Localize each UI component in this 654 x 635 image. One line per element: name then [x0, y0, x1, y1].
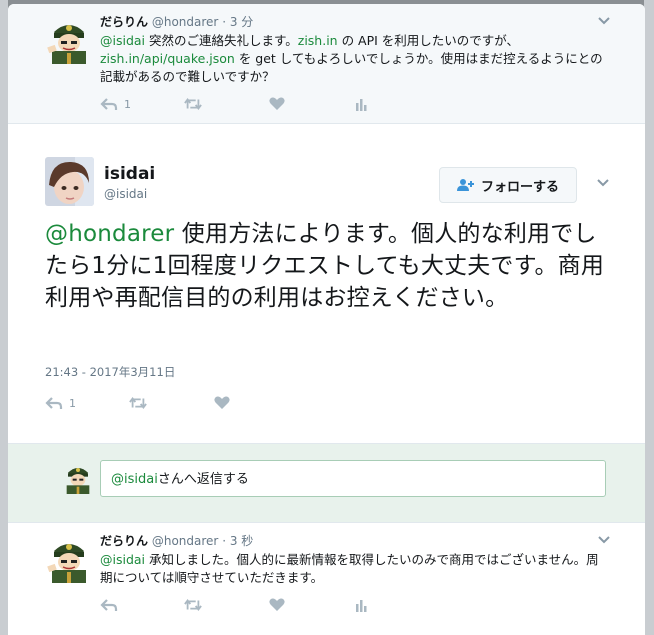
like-icon: [214, 396, 230, 409]
reply-icon: [100, 599, 118, 611]
retweet-icon: [184, 98, 202, 110]
tweet-link[interactable]: @isidai: [100, 33, 145, 48]
like-button[interactable]: [213, 396, 297, 410]
retweet-button[interactable]: [184, 97, 268, 111]
like-button[interactable]: [268, 97, 352, 111]
tweet-timestamp[interactable]: 21:43 - 2017年3月11日: [45, 364, 175, 380]
screen-name[interactable]: @hondarer: [152, 534, 219, 548]
retweet-icon: [184, 599, 202, 611]
mention-link[interactable]: @isidai: [100, 552, 145, 567]
screen-name[interactable]: @hondarer: [152, 15, 219, 29]
tweet-text: @isidai 突然のご連絡失礼します。zish.in の API を利用したい…: [100, 32, 610, 86]
tweet-text: @hondarer 使用方法によります。個人的な利用でしたら1分に1回程度リクエ…: [45, 218, 605, 314]
mention-link[interactable]: @hondarer: [45, 221, 174, 247]
like-button[interactable]: [268, 598, 352, 612]
reply-tweet[interactable]: だらりん @hondarer · 3 秒 @isidai 承知しました。個人的に…: [8, 522, 645, 635]
retweet-button[interactable]: [184, 598, 268, 612]
reply-input[interactable]: @isidaiさんへ返信する: [100, 460, 606, 497]
reply-icon: [100, 98, 118, 110]
analytics-icon: [356, 600, 367, 612]
user-avatar-isidai[interactable]: [45, 157, 94, 206]
tweet-actions: 1: [45, 393, 297, 413]
tweet-text: @isidai 承知しました。個人的に最新情報を取得したいのみで商用ではございま…: [100, 551, 610, 587]
reply-count: 1: [124, 97, 131, 111]
reply-mention: @isidai: [111, 472, 158, 487]
display-name[interactable]: だらりん: [100, 534, 148, 548]
reply-composer: @isidaiさんへ返信する: [8, 443, 645, 522]
like-icon: [269, 598, 285, 611]
display-name[interactable]: isidai: [104, 164, 155, 184]
display-name[interactable]: だらりん: [100, 15, 148, 29]
caret-down-icon[interactable]: [597, 14, 611, 28]
tweet-link[interactable]: zish.in: [298, 33, 338, 48]
separator: ·: [222, 534, 227, 548]
tweet-text-content: 承知しました。個人的に最新情報を取得したいのみで商用ではございません。周期につい…: [100, 552, 599, 585]
like-icon: [269, 97, 285, 110]
tweet-actions: 1: [100, 94, 631, 114]
tweet-header: だらりん @hondarer · 3 分: [100, 14, 631, 30]
separator: ·: [222, 15, 227, 29]
background-right-edge: [644, 0, 654, 635]
follow-button[interactable]: フォローする: [439, 167, 577, 203]
current-user-avatar: [66, 468, 90, 494]
reply-button[interactable]: [100, 598, 184, 612]
analytics-icon: [356, 99, 367, 111]
reply-button[interactable]: 1: [100, 97, 184, 111]
retweet-button[interactable]: [129, 396, 213, 410]
caret-down-icon[interactable]: [597, 533, 611, 547]
tweet-text-content: 突然のご連絡失礼します。: [145, 33, 298, 48]
follow-label: フォローする: [480, 179, 559, 195]
user-avatar-darari[interactable]: [45, 535, 93, 583]
tweet-text-content: の API を利用したいのですが、: [337, 33, 520, 48]
permalink-tweet: isidai @isidai フォローする @hondarer 使用方法によりま…: [8, 129, 645, 441]
reply-button[interactable]: 1: [45, 396, 129, 410]
context-tweet[interactable]: だらりん @hondarer · 3 分 @isidai 突然のご連絡失礼します…: [8, 4, 645, 124]
tweet-link[interactable]: zish.in/api/quake.json: [100, 51, 235, 66]
screen-name[interactable]: @isidai: [104, 187, 147, 201]
reply-icon: [45, 397, 63, 409]
tweet-header: だらりん @hondarer · 3 秒: [100, 533, 631, 549]
analytics-button[interactable]: [352, 97, 436, 111]
tweet-actions: [100, 595, 631, 615]
follow-person-icon: [456, 179, 474, 191]
reply-placeholder: さんへ返信する: [157, 472, 249, 487]
background-left-edge: [0, 0, 8, 635]
analytics-button[interactable]: [352, 598, 436, 612]
caret-down-icon[interactable]: [596, 176, 610, 190]
tweet-permalink-modal: だらりん @hondarer · 3 分 @isidai 突然のご連絡失礼します…: [8, 4, 645, 635]
retweet-icon: [129, 397, 147, 409]
tweet-time[interactable]: 3 分: [230, 15, 253, 29]
reply-count: 1: [69, 396, 76, 410]
tweet-time[interactable]: 3 秒: [230, 534, 253, 548]
user-avatar-darari[interactable]: [45, 16, 93, 64]
